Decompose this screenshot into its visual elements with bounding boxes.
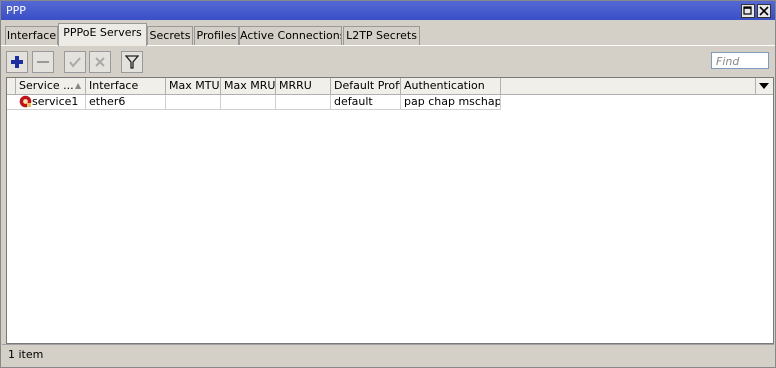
cell-mrru bbox=[276, 95, 331, 109]
service-name: service1 bbox=[32, 95, 79, 108]
maximize-icon bbox=[743, 6, 752, 15]
maximize-button[interactable] bbox=[741, 4, 755, 18]
table-header: Service ... ▲ Interface Max MTU Max MRU … bbox=[7, 78, 773, 95]
cell-interface: ether6 bbox=[86, 95, 166, 109]
disable-button[interactable] bbox=[89, 51, 111, 73]
add-icon bbox=[11, 56, 23, 68]
column-header-max-mtu[interactable]: Max MTU bbox=[166, 78, 221, 94]
item-count: 1 item bbox=[8, 348, 44, 361]
cell-authentication: pap chap mschap... bbox=[401, 95, 501, 109]
add-button[interactable] bbox=[6, 51, 28, 73]
close-icon bbox=[759, 6, 769, 16]
column-header-max-mru[interactable]: Max MRU bbox=[221, 78, 276, 94]
column-header-interface[interactable]: Interface bbox=[86, 78, 166, 94]
title-bar[interactable]: PPP bbox=[1, 1, 775, 20]
column-chooser-button[interactable] bbox=[755, 78, 773, 94]
tab-active-connections[interactable]: Active Connections bbox=[239, 26, 342, 45]
enable-icon bbox=[69, 57, 81, 68]
cell-service[interactable]: service1 bbox=[16, 95, 86, 109]
tab-l2tp-secrets[interactable]: L2TP Secrets bbox=[343, 26, 420, 45]
status-bar: 1 item bbox=[2, 344, 774, 365]
tab-secrets[interactable]: Secrets bbox=[147, 26, 193, 45]
tab-pppoe-servers[interactable]: PPPoE Servers bbox=[58, 23, 147, 46]
enable-button[interactable] bbox=[64, 51, 86, 73]
tab-profiles[interactable]: Profiles bbox=[194, 26, 239, 45]
pppoe-servers-table: Service ... ▲ Interface Max MTU Max MRU … bbox=[6, 77, 774, 344]
column-header-service-label: Service ... bbox=[19, 79, 74, 92]
remove-icon bbox=[37, 61, 49, 63]
column-header-default-profile[interactable]: Default Profile bbox=[331, 78, 401, 94]
disable-icon bbox=[95, 57, 105, 67]
cell-default-profile: default bbox=[331, 95, 401, 109]
pppoe-server-icon bbox=[19, 95, 32, 108]
column-header-mrru[interactable]: MRRU bbox=[276, 78, 331, 94]
header-spacer bbox=[7, 78, 16, 94]
remove-button[interactable] bbox=[32, 51, 54, 73]
cell-max-mtu bbox=[166, 95, 221, 109]
filter-button[interactable] bbox=[121, 51, 143, 73]
filter-icon bbox=[125, 55, 139, 69]
close-button[interactable] bbox=[757, 4, 771, 18]
column-header-service[interactable]: Service ... ▲ bbox=[16, 78, 86, 94]
chevron-down-icon bbox=[759, 83, 769, 89]
sort-ascending-icon: ▲ bbox=[75, 81, 82, 90]
cell-max-mru bbox=[221, 95, 276, 109]
find-input[interactable]: Find bbox=[711, 52, 769, 69]
window-title: PPP bbox=[6, 4, 26, 17]
tab-interface[interactable]: Interface bbox=[5, 26, 58, 45]
ppp-window: PPP Interface PPPoE Servers Secrets Prof… bbox=[0, 0, 776, 368]
column-header-authentication[interactable]: Authentication bbox=[401, 78, 501, 94]
